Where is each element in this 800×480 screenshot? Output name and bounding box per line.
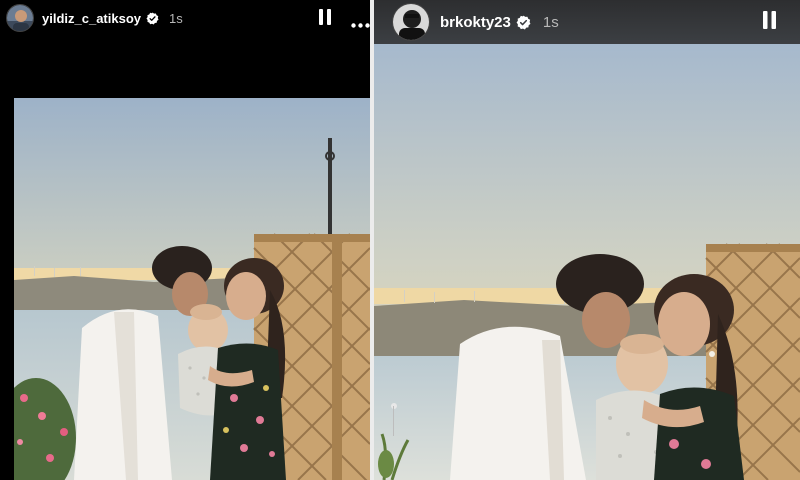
- pause-icon[interactable]: [318, 9, 332, 30]
- pause-icon[interactable]: [762, 11, 777, 34]
- story-username[interactable]: yildiz_c_atiksoy: [42, 11, 141, 26]
- profile-avatar[interactable]: [392, 3, 430, 41]
- story-photo: [374, 44, 800, 480]
- story-timestamp: 1s: [169, 10, 183, 26]
- story-photo: [14, 98, 370, 480]
- verified-badge-icon: [516, 15, 531, 30]
- story-username[interactable]: brkokty23: [440, 14, 511, 31]
- profile-avatar[interactable]: [6, 4, 34, 32]
- story-header-right: brkokty23 1s: [374, 0, 800, 44]
- story-timestamp: 1s: [542, 13, 559, 31]
- story-viewer-right[interactable]: brkokty23 1s: [374, 0, 800, 480]
- story-header-left: yildiz_c_atiksoy 1s: [0, 0, 370, 36]
- story-viewer-left[interactable]: yildiz_c_atiksoy 1s: [0, 0, 370, 480]
- more-icon[interactable]: [351, 15, 370, 33]
- story-letterbox: [0, 36, 370, 98]
- verified-badge-icon: [146, 11, 159, 25]
